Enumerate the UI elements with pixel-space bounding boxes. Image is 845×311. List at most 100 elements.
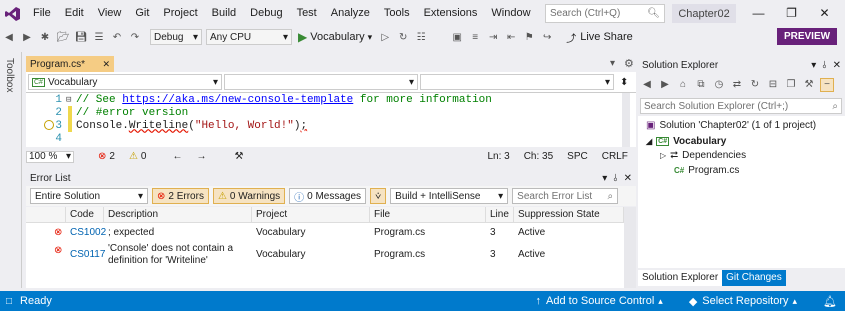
collapse-all-icon[interactable]: ⊟ xyxy=(766,78,780,92)
menu-edit[interactable]: Edit xyxy=(58,0,91,27)
collapse-icon[interactable]: ⊟ xyxy=(66,95,76,105)
menu-file[interactable]: File xyxy=(26,0,58,27)
restore-icon[interactable]: ❐ xyxy=(775,0,808,27)
notifications-icon[interactable]: 🔔︎ xyxy=(823,295,837,308)
platform-select[interactable]: Any CPU ▾ xyxy=(206,29,292,45)
error-code-link[interactable]: CS1002 xyxy=(66,227,106,239)
error-squiggle[interactable]: Writeline xyxy=(129,120,188,132)
switch-views-icon[interactable]: ⧉ xyxy=(694,78,708,92)
filter-funnel-button[interactable]: ⩒ xyxy=(370,188,387,204)
menu-test[interactable]: Test xyxy=(290,0,324,27)
window-layout-icon[interactable]: ▣ xyxy=(450,30,464,44)
zoom-select[interactable]: 100 % ▾ xyxy=(26,150,74,163)
menu-git[interactable]: Git xyxy=(128,0,156,27)
pin-icon[interactable]: ⫰ xyxy=(613,173,617,184)
tree-item-project[interactable]: ◢ C# Vocabulary xyxy=(646,134,726,148)
run-without-debug-icon[interactable]: ▷ xyxy=(378,30,392,44)
column-header-project[interactable]: Project xyxy=(252,207,370,223)
solution-explorer-search-input[interactable]: Search Solution Explorer (Ctrl+;) ⌕ xyxy=(640,98,842,114)
tab-dropdown-icon[interactable]: ▾ xyxy=(610,58,615,69)
bookmark-icon[interactable]: ⚑ xyxy=(522,30,536,44)
column-header-line[interactable]: Line xyxy=(486,207,514,223)
code-cleanup-icon[interactable]: ⚒ xyxy=(234,151,243,162)
expanded-arrow-icon[interactable]: ◢ xyxy=(646,137,652,146)
properties-icon[interactable]: ⚒ xyxy=(802,78,816,92)
column-header-file[interactable]: File xyxy=(370,207,486,223)
error-list-scrollbar[interactable] xyxy=(624,207,636,288)
type-nav-select[interactable]: ▾ xyxy=(224,74,418,90)
redo-icon[interactable]: ↷ xyxy=(128,30,142,44)
pending-changes-icon[interactable]: ◷ xyxy=(712,78,726,92)
menu-build[interactable]: Build xyxy=(205,0,243,27)
save-all-icon[interactable]: ☰ xyxy=(92,30,106,44)
warnings-filter-toggle[interactable]: ⚠ 0 Warnings xyxy=(212,188,286,204)
add-to-source-control-button[interactable]: ↑ Add to Source Control ▴ xyxy=(536,295,663,307)
error-search-input[interactable]: Search Error List ⌕ xyxy=(512,188,619,204)
select-repository-button[interactable]: ◆ Select Repository ▴ xyxy=(689,295,797,308)
open-folder-icon[interactable]: 📂︎ xyxy=(56,30,70,44)
forward-icon[interactable]: ▶ xyxy=(658,78,672,92)
nav-back-icon[interactable]: ← xyxy=(172,151,182,162)
menu-view[interactable]: View xyxy=(91,0,129,27)
tree-item-dependencies[interactable]: ▷ ⮂ Dependencies xyxy=(660,148,746,162)
member-nav-select[interactable]: ▾ xyxy=(420,74,614,90)
error-count-indicator[interactable]: ⊗ 2 xyxy=(98,151,115,162)
show-all-files-icon[interactable]: ❐ xyxy=(784,78,798,92)
new-project-icon[interactable]: ✱ xyxy=(38,30,52,44)
errors-filter-toggle[interactable]: ⊗ 2 Errors xyxy=(152,188,209,204)
collapsed-arrow-icon[interactable]: ▷ xyxy=(660,151,666,160)
code-link[interactable]: https://aka.ms/new-console-template xyxy=(122,94,353,106)
line-ending-indicator[interactable]: CRLF xyxy=(602,151,628,162)
toggle-comment-icon[interactable]: ≡ xyxy=(468,30,482,44)
back-icon[interactable]: ◀ xyxy=(640,78,654,92)
dropdown-icon[interactable]: ▾ xyxy=(602,173,607,184)
visual-studio-logo-icon[interactable] xyxy=(0,0,26,27)
bookmark-next-icon[interactable]: ↪ xyxy=(540,30,554,44)
spacing-indicator[interactable]: SPC xyxy=(567,151,588,162)
tab-solution-explorer[interactable]: Solution Explorer xyxy=(638,270,723,286)
configuration-select[interactable]: Debug ▾ xyxy=(150,29,202,45)
output-icon[interactable]: □ xyxy=(6,296,12,307)
hot-reload-icon[interactable]: ↻ xyxy=(396,30,410,44)
forward-icon[interactable]: ▶ xyxy=(20,30,34,44)
tree-item-file[interactable]: C# Program.cs xyxy=(674,163,739,177)
code-editor[interactable]: 1 ⊟ // See https://aka.ms/new-console-te… xyxy=(26,93,636,147)
minimize-icon[interactable]: — xyxy=(742,0,775,27)
outdent-icon[interactable]: ⇤ xyxy=(504,30,518,44)
column-header-suppression[interactable]: Suppression State xyxy=(514,207,624,223)
back-icon[interactable]: ◀ xyxy=(2,30,16,44)
column-header-description[interactable]: Description xyxy=(104,207,252,223)
close-icon[interactable]: ✕ xyxy=(102,59,110,70)
project-nav-select[interactable]: C# Vocabulary ▾ xyxy=(28,74,222,90)
global-search-input[interactable]: Search (Ctrl+Q) 🔍︎ xyxy=(545,4,665,23)
sync-icon[interactable]: ⇄ xyxy=(730,78,744,92)
menu-project[interactable]: Project xyxy=(156,0,204,27)
preview-button[interactable]: PREVIEW xyxy=(777,28,837,45)
undo-icon[interactable]: ↶ xyxy=(110,30,124,44)
editor-tab-program[interactable]: Program.cs* ✕ xyxy=(26,56,114,72)
nav-forward-icon[interactable]: → xyxy=(196,151,206,162)
split-window-icon[interactable]: ⬍ xyxy=(620,77,628,88)
diagnostics-icon[interactable]: ☷ xyxy=(414,30,428,44)
lightbulb-icon[interactable] xyxy=(44,120,54,130)
gear-icon[interactable]: ⚙ xyxy=(624,57,634,70)
menu-debug[interactable]: Debug xyxy=(243,0,289,27)
error-squiggle[interactable]: ; xyxy=(300,120,307,132)
error-code-link[interactable]: CS0117 xyxy=(66,249,105,261)
column-header-icon[interactable] xyxy=(26,207,66,223)
editor-scrollbar[interactable] xyxy=(622,93,630,147)
pin-icon[interactable]: ⫰ xyxy=(822,60,826,71)
close-icon[interactable]: ✕ xyxy=(624,173,632,184)
build-filter-select[interactable]: Build + IntelliSense ▾ xyxy=(390,188,509,204)
menu-window[interactable]: Window xyxy=(484,0,537,27)
warning-count-indicator[interactable]: ⚠ 0 xyxy=(129,151,147,162)
toolbox-strip[interactable]: Toolbox xyxy=(0,52,22,288)
table-row[interactable]: ⊗ CS1002 ; expected Vocabulary Program.c… xyxy=(26,224,624,242)
save-icon[interactable]: 💾︎ xyxy=(74,30,88,44)
tree-item-solution[interactable]: ▣ Solution 'Chapter02' (1 of 1 project) xyxy=(646,118,816,132)
scope-select[interactable]: Entire Solution ▾ xyxy=(30,188,148,204)
tab-git-changes[interactable]: Git Changes xyxy=(722,270,786,286)
messages-filter-toggle[interactable]: ⓘ 0 Messages xyxy=(289,188,367,204)
preview-selected-icon[interactable]: − xyxy=(820,77,834,92)
indent-icon[interactable]: ⇥ xyxy=(486,30,500,44)
